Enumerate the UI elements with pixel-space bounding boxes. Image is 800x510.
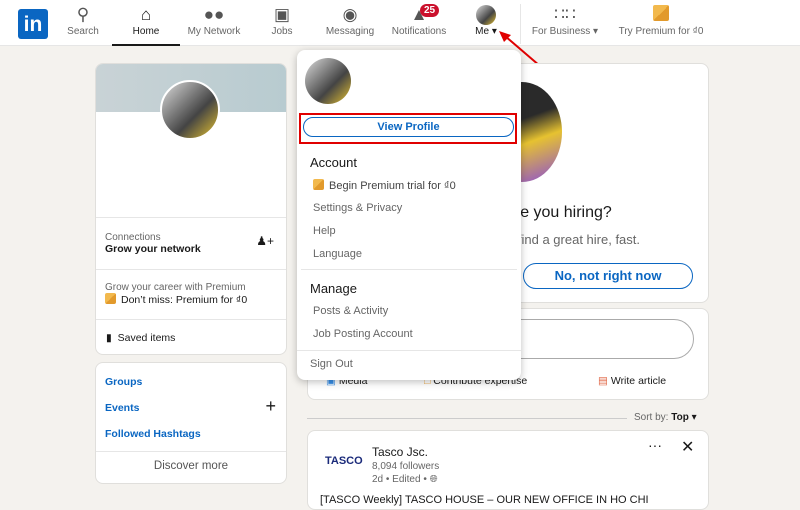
write-article-button[interactable]: ▤ Write article xyxy=(598,375,666,387)
bell-icon: ▲ xyxy=(410,5,428,24)
community-card: Groups Events + Followed Hashtags Discov… xyxy=(95,362,287,484)
nav-label: Home xyxy=(132,26,160,37)
sort-value: Top xyxy=(671,412,689,423)
discover-more[interactable]: Discover more xyxy=(96,460,286,472)
nav-label: Me xyxy=(475,26,490,37)
search-icon: ⚲ xyxy=(76,5,90,24)
me-dropdown-menu: View Profile Account Begin Premium trial… xyxy=(297,50,521,380)
globe-icon: 🌐︎ xyxy=(429,474,438,485)
article-icon: ▤ xyxy=(598,375,608,387)
nav-premium[interactable]: Try Premium for ₫0 xyxy=(614,4,708,46)
caret-down-icon: ▾ xyxy=(691,412,697,423)
premium-label: Grow your career with Premium xyxy=(105,282,246,293)
premium-icon xyxy=(105,293,116,304)
premium-trial-label: Begin Premium trial for ₫0 xyxy=(329,180,456,192)
manage-heading: Manage xyxy=(310,281,357,296)
company-logo[interactable]: TASCO xyxy=(325,455,363,467)
premium-icon xyxy=(313,179,324,190)
more-options-icon[interactable]: ··· xyxy=(648,437,662,453)
connections-link[interactable]: Connections Grow your network xyxy=(105,232,201,255)
not-now-button[interactable]: No, not right now xyxy=(523,263,693,289)
events-link[interactable]: Events xyxy=(105,402,139,414)
hashtags-link[interactable]: Followed Hashtags xyxy=(105,428,201,440)
avatar xyxy=(476,5,496,25)
message-icon: ◉ xyxy=(342,5,358,24)
saved-items[interactable]: ▮ Saved items xyxy=(106,332,175,344)
followers-count: 8,094 followers xyxy=(372,461,440,472)
article-label: Write article xyxy=(610,375,667,387)
feed-post: TASCO Tasco Jsc. 8,094 followers 2d • Ed… xyxy=(307,430,709,510)
posts-activity-link[interactable]: Posts & Activity xyxy=(313,305,388,317)
post-meta: 2d • Edited • 🌐︎ xyxy=(372,474,438,485)
close-icon[interactable]: ✕ xyxy=(681,437,694,457)
sort-dropdown[interactable]: Sort by: Top ▾ xyxy=(634,412,697,423)
network-icon: ●● xyxy=(203,5,225,24)
nav-label: Try Premium for ₫0 xyxy=(618,26,704,37)
nav-messaging[interactable]: ◉ Messaging xyxy=(322,4,378,46)
sign-out-link[interactable]: Sign Out xyxy=(310,358,353,370)
company-name[interactable]: Tasco Jsc. xyxy=(372,445,428,459)
linkedin-logo[interactable]: in xyxy=(18,9,48,39)
home-icon: ⌂ xyxy=(140,5,152,24)
view-profile-button[interactable]: View Profile xyxy=(303,117,514,137)
nav-label: My Network xyxy=(187,26,241,37)
premium-icon xyxy=(653,5,669,21)
groups-link[interactable]: Groups xyxy=(105,376,142,388)
dropdown-avatar xyxy=(305,58,351,104)
saved-label: Saved items xyxy=(117,332,176,344)
top-nav: in ⚲ Search ⌂ Home ●● My Network ▣ Jobs ◉ Mes… xyxy=(0,0,800,46)
help-link[interactable]: Help xyxy=(313,225,336,237)
post-meta-text: 2d • Edited • xyxy=(372,474,427,485)
nav-notifications[interactable]: ▲ Notifications xyxy=(388,4,450,46)
premium-promo[interactable]: Grow your career with Premium Don’t miss:… xyxy=(105,282,247,306)
bookmark-icon: ▮ xyxy=(106,332,112,344)
nav-label: Search xyxy=(67,26,99,37)
caret-down-icon: ▾ xyxy=(593,26,599,37)
nav-my-network[interactable]: ●● My Network xyxy=(183,4,245,46)
plus-icon[interactable]: + xyxy=(265,396,276,417)
nav-label: Messaging xyxy=(325,26,375,37)
connections-label: Connections xyxy=(105,232,161,243)
nav-label: Notifications xyxy=(391,26,447,37)
grid-icon: ∷∷ xyxy=(554,5,576,24)
post-text: [TASCO Weekly] TASCO HOUSE – OUR NEW OFF… xyxy=(320,494,649,506)
nav-label: Jobs xyxy=(271,26,293,37)
connections-sub: Grow your network xyxy=(105,243,201,255)
add-person-icon: ♟+ xyxy=(256,234,274,248)
language-link[interactable]: Language xyxy=(313,248,362,260)
settings-link[interactable]: Settings & Privacy xyxy=(313,202,402,214)
account-heading: Account xyxy=(310,155,357,170)
nav-jobs[interactable]: ▣ Jobs xyxy=(262,4,302,46)
sort-label: Sort by: xyxy=(634,412,669,423)
premium-cta: Don’t miss: Premium for ₫0 xyxy=(121,294,248,306)
notification-badge: 25 xyxy=(420,4,440,17)
nav-search[interactable]: ⚲ Search xyxy=(63,4,103,46)
profile-photo[interactable] xyxy=(160,80,220,140)
job-posting-link[interactable]: Job Posting Account xyxy=(313,328,413,340)
nav-home[interactable]: ⌂ Home xyxy=(112,4,180,46)
briefcase-icon: ▣ xyxy=(273,5,291,24)
profile-card: Connections Grow your network ♟+ Grow you… xyxy=(95,63,287,355)
premium-trial-link[interactable]: Begin Premium trial for ₫0 xyxy=(313,179,456,192)
